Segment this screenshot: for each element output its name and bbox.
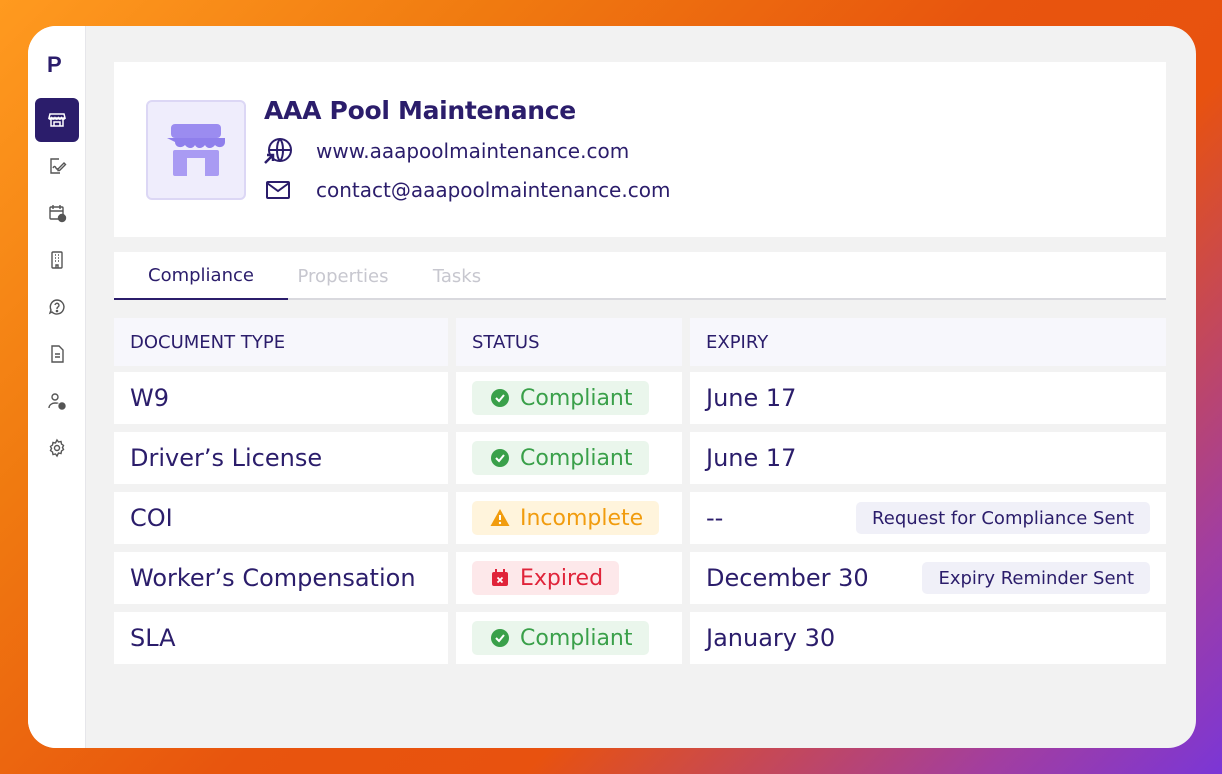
status-label: Incomplete [520, 505, 644, 531]
check-circle-icon [491, 449, 509, 467]
vendor-email[interactable]: contact@aaapoolmaintenance.com [316, 178, 670, 202]
status-cell: Compliant [456, 372, 682, 424]
status-label: Compliant [520, 445, 633, 471]
vendor-header: AAA Pool Maintenance www.aaapoolmaintena… [114, 62, 1166, 237]
tab-compliance[interactable]: Compliance [114, 252, 288, 300]
expiry-cell: June 17 [690, 372, 1166, 424]
header-document-type: DOCUMENT TYPE [130, 331, 286, 353]
doc-cell: Driver’s License [114, 432, 448, 484]
status-cell: Compliant [456, 432, 682, 484]
vendor-name: AAA Pool Maintenance [264, 96, 576, 125]
status-label: Compliant [520, 625, 633, 651]
gear-icon [49, 438, 65, 458]
tab-tasks[interactable]: Tasks [414, 252, 500, 300]
tab-properties[interactable]: Properties [288, 252, 398, 300]
mail-icon [264, 177, 294, 203]
sidebar-item-properties[interactable] [35, 238, 79, 282]
building-icon [51, 251, 63, 269]
vendor-avatar [146, 100, 246, 200]
vendor-website[interactable]: www.aaapoolmaintenance.com [316, 139, 629, 163]
expiry-date: -- [706, 504, 724, 532]
header-cell-expiry: EXPIRY [690, 318, 1166, 366]
table-row[interactable]: W9 Compliant June 17 [114, 372, 1166, 424]
expiry-date: January 30 [706, 624, 836, 652]
globe-link-icon [264, 138, 294, 164]
check-circle-icon [491, 389, 509, 407]
header-expiry: EXPIRY [706, 331, 769, 353]
website-row: www.aaapoolmaintenance.com [264, 138, 629, 164]
compliance-request-note: Request for Compliance Sent [856, 502, 1150, 534]
expiry-reminder-note: Expiry Reminder Sent [922, 562, 1150, 594]
user-clock-icon [48, 393, 66, 410]
expiry-cell: January 30 [690, 612, 1166, 664]
status-badge: Compliant [472, 441, 649, 475]
email-row: contact@aaapoolmaintenance.com [264, 177, 670, 203]
status-badge: Compliant [472, 621, 649, 655]
warning-icon [490, 509, 510, 526]
status-cell: Expired [456, 552, 682, 604]
expiry-date: June 17 [706, 444, 797, 472]
expiry-date: June 17 [706, 384, 797, 412]
table-header-row: DOCUMENT TYPE STATUS EXPIRY [114, 318, 1166, 370]
status-label: Expired [520, 565, 604, 591]
table-row[interactable]: Driver’s License Compliant June 17 [114, 432, 1166, 484]
storefront-icon [167, 124, 225, 176]
check-circle-icon [491, 629, 509, 647]
status-badge: Compliant [472, 381, 649, 415]
doc-cell: SLA [114, 612, 448, 664]
sidebar-item-vendors[interactable] [35, 98, 79, 142]
status-badge: Incomplete [472, 501, 660, 535]
sidebar-item-users[interactable] [35, 379, 79, 423]
sidebar-item-calendar[interactable] [35, 191, 79, 235]
expiry-cell: December 30 Expiry Reminder Sent [690, 552, 1166, 604]
sidebar-item-settings[interactable] [35, 426, 79, 470]
status-cell: Compliant [456, 612, 682, 664]
sidebar-item-documents[interactable] [35, 144, 79, 188]
table-row[interactable]: COI Incomplete -- Request for Compliance… [114, 492, 1166, 544]
document-edit-icon [50, 158, 67, 174]
storefront-icon [48, 113, 66, 127]
doc-type: SLA [130, 624, 176, 652]
file-icon [51, 345, 64, 363]
doc-cell: W9 [114, 372, 448, 424]
doc-type: W9 [130, 384, 169, 412]
status-cell: Incomplete [456, 492, 682, 544]
sidebar-item-files[interactable] [35, 332, 79, 376]
header-status: STATUS [472, 331, 540, 353]
sidebar: P [28, 26, 86, 748]
header-cell-status: STATUS [456, 318, 682, 366]
expiry-date: December 30 [706, 564, 869, 592]
table-row[interactable]: SLA Compliant January 30 [114, 612, 1166, 664]
expiry-cell: -- Request for Compliance Sent [690, 492, 1166, 544]
doc-cell: Worker’s Compensation [114, 552, 448, 604]
status-label: Compliant [520, 385, 633, 411]
app-logo[interactable]: P [47, 54, 69, 78]
expiry-cell: June 17 [690, 432, 1166, 484]
sidebar-item-support[interactable] [35, 285, 79, 329]
status-badge: Expired [472, 561, 620, 595]
calendar-x-icon [492, 569, 508, 586]
table-row[interactable]: Worker’s Compensation Expired December 3… [114, 552, 1166, 604]
doc-cell: COI [114, 492, 448, 544]
header-cell-document-type: DOCUMENT TYPE [114, 318, 448, 366]
doc-type: Worker’s Compensation [130, 564, 416, 592]
app-window: P AAA Pool Maintenance www.aaapoolmainte… [28, 26, 1196, 748]
help-chat-icon [48, 299, 65, 315]
doc-type: COI [130, 504, 173, 532]
tab-bar: Compliance Properties Tasks [114, 252, 1166, 300]
calendar-clock-icon [49, 205, 67, 223]
doc-type: Driver’s License [130, 444, 323, 472]
